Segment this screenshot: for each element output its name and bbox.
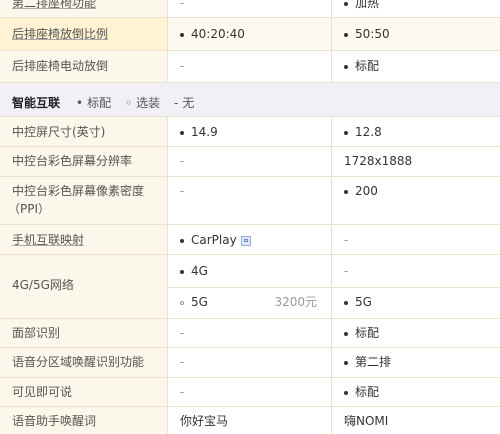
row-label: 后排座椅电动放倒	[12, 59, 109, 73]
optional-circle-icon	[180, 300, 184, 305]
standard-dot-icon	[344, 360, 348, 365]
row-value-2: 50:50	[344, 26, 390, 43]
row-value-1: -	[180, 184, 185, 198]
row-label: 4G/5G网络	[12, 278, 74, 292]
standard-dot-icon	[344, 189, 348, 194]
row-label[interactable]: 手机互联映射	[12, 232, 84, 249]
row-value-1: -	[180, 0, 185, 10]
table-row: 中控台彩色屏幕分辨率 - 1728x1888	[0, 147, 500, 177]
row-value-1b: 5G	[180, 294, 208, 311]
row-label[interactable]: 第二排座椅功能	[12, 0, 96, 12]
standard-dot-icon	[344, 1, 348, 6]
standard-dot-icon	[344, 64, 348, 69]
standard-dot-icon	[344, 32, 348, 37]
section-title: 智能互联	[12, 96, 61, 110]
legend-optional: ◦ 选装	[125, 96, 161, 110]
table-row: 中控台彩色屏幕像素密度 （PPI） - 200	[0, 177, 500, 225]
legend-standard: • 标配	[76, 96, 112, 110]
row-label: 语音分区域唤醒识别功能	[12, 355, 145, 369]
row-value-2: 12.8	[344, 124, 382, 141]
row-value-2: -	[344, 233, 349, 247]
standard-dot-icon	[180, 130, 184, 135]
row-value-2: 标配	[344, 384, 379, 401]
row-value-2: 1728x1888	[344, 154, 413, 168]
table-row: 4G/5G网络 4G 5G 3200元 - 5G	[0, 255, 500, 319]
section-header: 智能互联 • 标配 ◦ 选装 -无	[0, 83, 500, 117]
row-value-1: CarPlay	[180, 232, 251, 249]
table-row: 语音助手唤醒词 你好宝马 嗨NOMI	[0, 407, 500, 434]
option-price: 3200元	[274, 295, 317, 309]
row-value-1: -	[180, 59, 185, 73]
standard-dot-icon	[344, 130, 348, 135]
row-value-1a: 4G	[180, 263, 208, 280]
legend-none: -无	[174, 96, 195, 110]
row-value-2: 标配	[344, 58, 379, 75]
standard-dot-icon	[180, 269, 184, 274]
row-value-2: 加热	[344, 0, 379, 12]
row-value-2: 嗨NOMI	[344, 414, 389, 428]
standard-dot-icon	[344, 331, 348, 336]
standard-dot-icon	[344, 300, 348, 305]
row-value-2a: -	[344, 264, 349, 278]
row-value-2b: 5G	[344, 294, 372, 311]
row-value-1: -	[180, 154, 185, 168]
row-label: 面部识别	[12, 326, 61, 340]
table-row: 面部识别 - 标配	[0, 319, 500, 348]
row-label: 中控屏尺寸(英寸)	[12, 125, 106, 139]
row-value-1: -	[180, 385, 185, 399]
table-row: 第二排座椅功能 - 加热	[0, 0, 500, 18]
optional-circle-icon: ◦	[125, 96, 133, 110]
standard-dot-icon: •	[76, 96, 84, 110]
table-row: 手机互联映射 CarPlay -	[0, 225, 500, 255]
row-label: 可见即可说	[12, 385, 73, 399]
row-value-2: 标配	[344, 325, 379, 342]
row-label[interactable]: 后排座椅放倒比例	[12, 26, 108, 43]
standard-dot-icon	[344, 390, 348, 395]
table-row: 中控屏尺寸(英寸) 14.9 12.8	[0, 117, 500, 147]
row-value-1: 你好宝马	[180, 414, 229, 428]
table-row: 后排座椅放倒比例 40:20:40 50:50	[0, 18, 500, 51]
info-badge-icon[interactable]	[240, 235, 251, 246]
row-value-1: 14.9	[180, 124, 218, 141]
row-value-2: 第二排	[344, 354, 391, 371]
row-value-2: 200	[344, 183, 378, 200]
table-row: 可见即可说 - 标配	[0, 378, 500, 407]
row-value-1: -	[180, 355, 185, 369]
table-row: 语音分区域唤醒识别功能 - 第二排	[0, 348, 500, 378]
row-value-1: -	[180, 326, 185, 340]
row-label: 中控台彩色屏幕像素密度	[12, 184, 145, 198]
row-label: 中控台彩色屏幕分辨率	[12, 154, 133, 168]
row-label-unit: （PPI）	[8, 202, 51, 216]
table-row: 后排座椅电动放倒 - 标配	[0, 51, 500, 83]
sub-row-divider	[168, 287, 500, 288]
row-label: 语音助手唤醒词	[12, 414, 97, 428]
row-value-1: 40:20:40	[180, 26, 245, 43]
standard-dot-icon	[180, 238, 184, 243]
standard-dot-icon	[180, 32, 184, 37]
none-dash-icon: -	[174, 96, 179, 110]
